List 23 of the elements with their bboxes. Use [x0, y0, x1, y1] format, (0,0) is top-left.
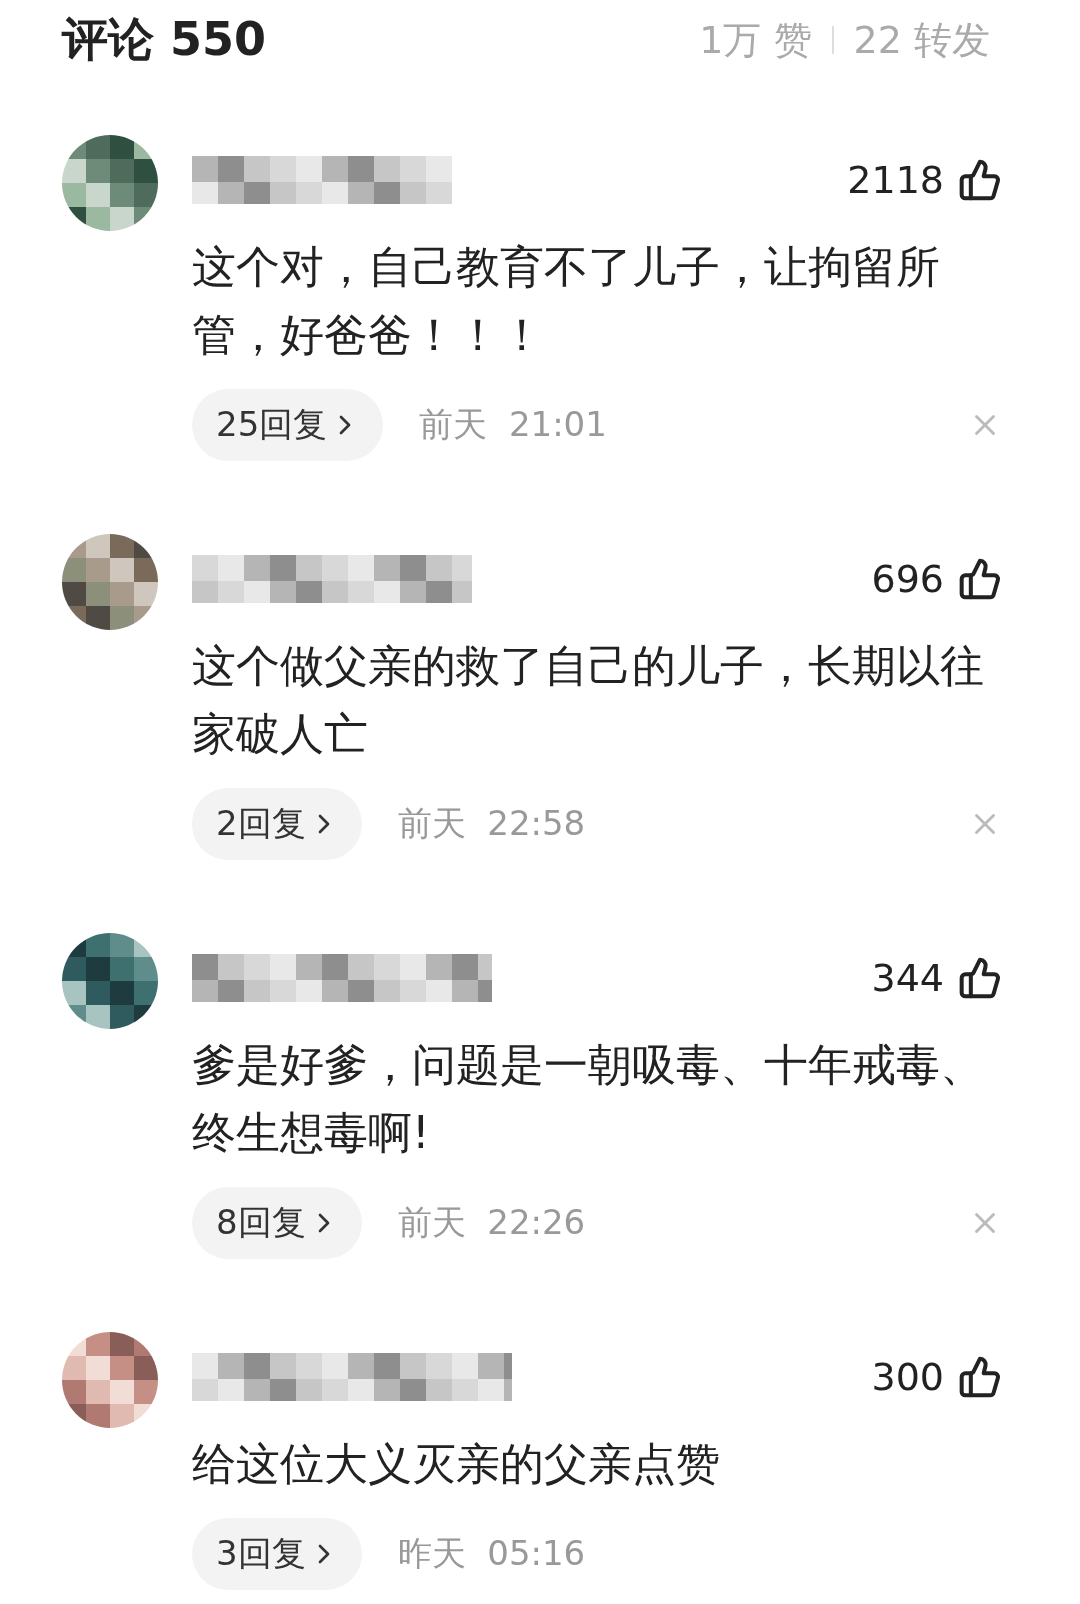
thumbs-up-icon[interactable]: [958, 956, 1002, 1000]
replies-button[interactable]: 2回复: [192, 788, 362, 860]
comment-text: 这个对，自己教育不了儿子，让拘留所管，好爸爸！！！: [192, 240, 941, 362]
likes-count: 1万 赞: [699, 16, 812, 64]
like-count: 300: [871, 1355, 944, 1399]
comment-time: 昨天 05:16: [397, 1532, 586, 1575]
comment-time: 前天 21:01: [419, 403, 607, 446]
comments-title: 评论 550: [62, 11, 267, 68]
comment-time: 前天 22:58: [397, 802, 586, 845]
like-count: 696: [871, 557, 944, 601]
reposts-count: 22 转发: [853, 16, 990, 64]
comment-time: 前天 22:26: [397, 1201, 586, 1244]
like-count: 2118: [847, 158, 944, 202]
comment-text: 给这位大义灭亲的父亲点赞: [192, 1437, 721, 1491]
replies-button[interactable]: 8回复: [192, 1187, 362, 1259]
like-count: 344: [871, 956, 944, 1000]
thumbs-up-icon[interactable]: [958, 158, 1002, 202]
thumbs-up-icon[interactable]: [958, 557, 1002, 601]
comment-text: 爹是好爹，问题是一朝吸毒、十年戒毒、终生想毒啊!: [192, 1038, 985, 1160]
replies-button[interactable]: 25回复: [192, 389, 384, 461]
replies-button[interactable]: 3回复: [192, 1518, 362, 1590]
thumbs-up-icon[interactable]: [958, 1355, 1002, 1399]
comment-text: 这个做父亲的救了自己的儿子，长期以往家破人亡: [192, 639, 985, 761]
